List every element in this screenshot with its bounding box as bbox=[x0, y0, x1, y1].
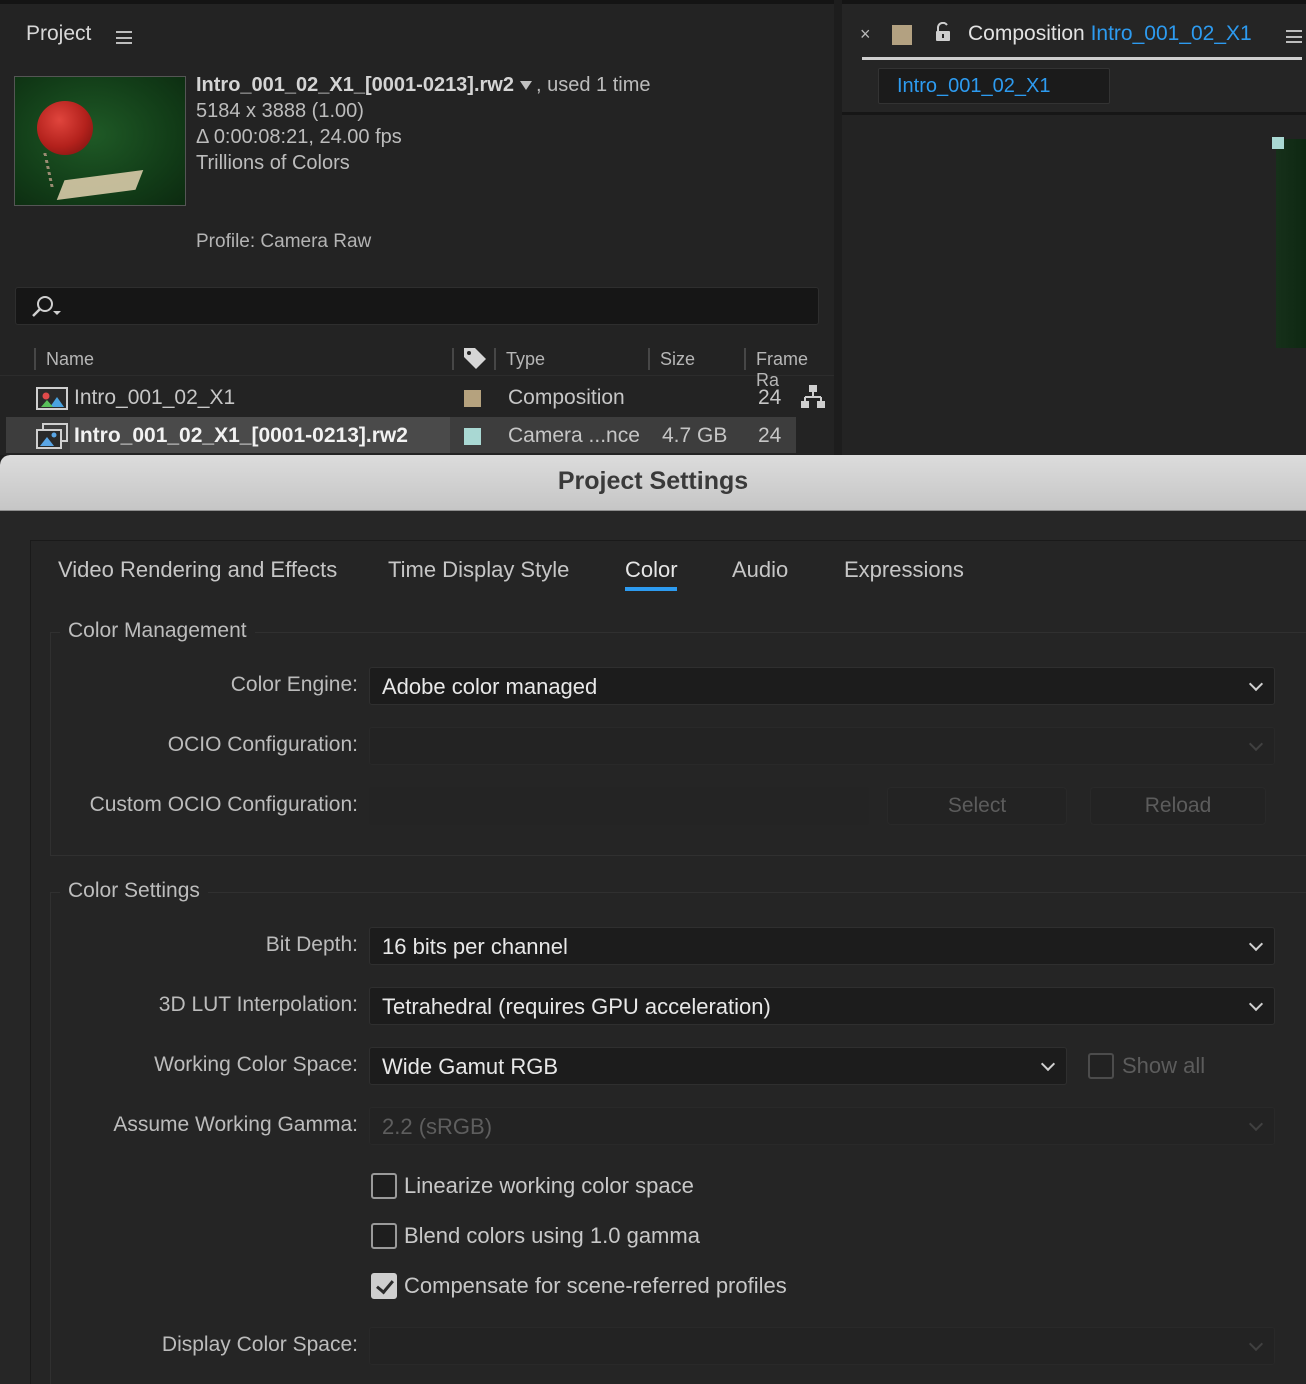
project-item-row[interactable]: Intro_001_02_X1 Composition 24 bbox=[6, 379, 796, 415]
item-type: Composition bbox=[508, 386, 625, 409]
item-frame-rate: 24 bbox=[758, 386, 782, 409]
chevron-down-icon bbox=[1248, 936, 1264, 952]
label-color-swatch[interactable] bbox=[464, 390, 481, 407]
item-name: Intro_001_02_X1 bbox=[74, 386, 236, 409]
reload-button[interactable]: Reload bbox=[1090, 787, 1266, 825]
chevron-down-icon bbox=[1248, 1336, 1264, 1352]
footage-profile: Profile: Camera Raw bbox=[196, 231, 372, 252]
chevron-down-icon bbox=[1248, 676, 1264, 692]
working-gamma-label: Assume Working Gamma: bbox=[113, 1113, 358, 1136]
working-space-label: Working Color Space: bbox=[154, 1053, 358, 1076]
item-name: Intro_001_02_X1_[0001-0213].rw2 bbox=[74, 424, 408, 447]
comp-title-name: Intro_001_02_X1 bbox=[1090, 22, 1252, 45]
tab-color[interactable]: Color bbox=[625, 557, 678, 583]
lut-interpolation-dropdown[interactable]: Tetrahedral (requires GPU acceleration) bbox=[369, 987, 1275, 1025]
item-frame-rate: 24 bbox=[758, 424, 782, 447]
blend-gamma-checkbox[interactable] bbox=[371, 1223, 397, 1249]
display-space-dropdown[interactable] bbox=[369, 1327, 1275, 1365]
label-color-swatch[interactable] bbox=[464, 428, 481, 445]
blend-gamma-label: Blend colors using 1.0 gamma bbox=[404, 1223, 700, 1248]
comp-title-prefix: Composition bbox=[968, 22, 1085, 45]
column-name[interactable]: Name bbox=[46, 349, 94, 370]
footage-info: Intro_001_02_X1_[0001-0213].rw2 , used 1 … bbox=[196, 72, 651, 176]
custom-ocio-path-field[interactable] bbox=[369, 787, 869, 825]
show-all-checkbox[interactable] bbox=[1088, 1053, 1114, 1079]
composition-viewer[interactable] bbox=[842, 115, 1306, 459]
footage-filename: Intro_001_02_X1_[0001-0213].rw2 bbox=[196, 74, 514, 96]
color-settings-title: Color Settings bbox=[60, 879, 208, 903]
search-icon[interactable] bbox=[30, 294, 64, 318]
panel-menu-icon[interactable] bbox=[1286, 30, 1302, 43]
project-item-row-selected[interactable]: Intro_001_02_X1_[0001-0213].rw2 Camera .… bbox=[6, 417, 796, 453]
bit-depth-dropdown[interactable]: 16 bits per channel bbox=[369, 927, 1275, 965]
compensate-scene-label: Compensate for scene-referred profiles bbox=[404, 1273, 787, 1298]
composition-icon bbox=[36, 387, 68, 410]
footage-dimensions: 5184 x 3888 (1.00) bbox=[196, 100, 364, 122]
select-button[interactable]: Select bbox=[887, 787, 1067, 825]
footage-colors: Trillions of Colors bbox=[196, 152, 350, 174]
working-gamma-dropdown[interactable]: 2.2 (sRGB) bbox=[369, 1107, 1275, 1145]
linearize-checkbox[interactable] bbox=[371, 1173, 397, 1199]
column-size[interactable]: Size bbox=[660, 349, 695, 370]
viewer-frame-edge bbox=[1276, 139, 1306, 348]
dialog-titlebar[interactable]: Project Settings bbox=[0, 455, 1306, 511]
lock-icon[interactable] bbox=[934, 22, 952, 42]
tab-video-rendering[interactable]: Video Rendering and Effects bbox=[58, 557, 337, 583]
color-engine-label: Color Engine: bbox=[230, 673, 358, 696]
display-space-label: Display Color Space: bbox=[161, 1333, 358, 1356]
active-tab-indicator bbox=[625, 587, 677, 591]
project-panel: Project Intro_001_02_X1_[0001-0213].rw2,… bbox=[0, 0, 834, 455]
working-space-dropdown[interactable]: Wide Gamut RGB bbox=[369, 1047, 1067, 1085]
project-search-input[interactable] bbox=[15, 287, 819, 325]
dialog-title: Project Settings bbox=[557, 467, 749, 495]
custom-ocio-label: Custom OCIO Configuration: bbox=[89, 793, 358, 816]
tab-time-display[interactable]: Time Display Style bbox=[388, 557, 569, 583]
usage-dropdown-icon[interactable] bbox=[520, 81, 532, 91]
lut-interpolation-label: 3D LUT Interpolation: bbox=[158, 993, 358, 1016]
close-icon[interactable]: × bbox=[860, 24, 871, 45]
project-panel-title[interactable]: Project bbox=[26, 22, 91, 46]
tab-audio[interactable]: Audio bbox=[732, 557, 788, 583]
ocio-config-label: OCIO Configuration: bbox=[167, 733, 358, 756]
color-engine-dropdown[interactable]: Adobe color managed bbox=[369, 667, 1275, 705]
comp-viewer-tab[interactable]: Intro_001_02_X1 bbox=[878, 68, 1110, 104]
footage-thumbnail bbox=[14, 76, 186, 206]
chevron-down-icon bbox=[1248, 996, 1264, 1012]
composition-panel-title[interactable]: Composition Intro_001_02_X1 bbox=[968, 22, 1252, 46]
panel-menu-icon[interactable] bbox=[116, 31, 132, 44]
show-all-label: Show all bbox=[1122, 1053, 1206, 1078]
column-type[interactable]: Type bbox=[506, 349, 545, 370]
footage-usage: , used 1 time bbox=[536, 74, 651, 96]
comp-label-swatch bbox=[892, 25, 912, 45]
tab-expressions[interactable]: Expressions bbox=[844, 557, 964, 583]
chevron-down-icon bbox=[1248, 1116, 1264, 1132]
footage-icon bbox=[36, 423, 68, 449]
layer-handle[interactable] bbox=[1272, 137, 1284, 149]
compensate-scene-checkbox[interactable] bbox=[371, 1273, 397, 1299]
chevron-down-icon bbox=[1040, 1056, 1056, 1072]
color-management-title: Color Management bbox=[60, 619, 255, 643]
label-tag-icon[interactable] bbox=[462, 346, 488, 370]
chevron-down-icon bbox=[1248, 736, 1264, 752]
footage-duration: Δ 0:00:08:21, 24.00 fps bbox=[196, 126, 402, 148]
linearize-label: Linearize working color space bbox=[404, 1173, 694, 1198]
flowchart-icon[interactable] bbox=[800, 384, 826, 410]
item-type: Camera ...nce bbox=[508, 424, 640, 447]
item-size: 4.7 GB bbox=[662, 424, 728, 447]
project-list-header: Name Type Size Frame Ra bbox=[0, 342, 834, 390]
bit-depth-label: Bit Depth: bbox=[265, 933, 358, 956]
composition-panel: × Composition Intro_001_02_X1 Intro_001_… bbox=[842, 0, 1306, 459]
ocio-config-dropdown[interactable] bbox=[369, 727, 1275, 765]
